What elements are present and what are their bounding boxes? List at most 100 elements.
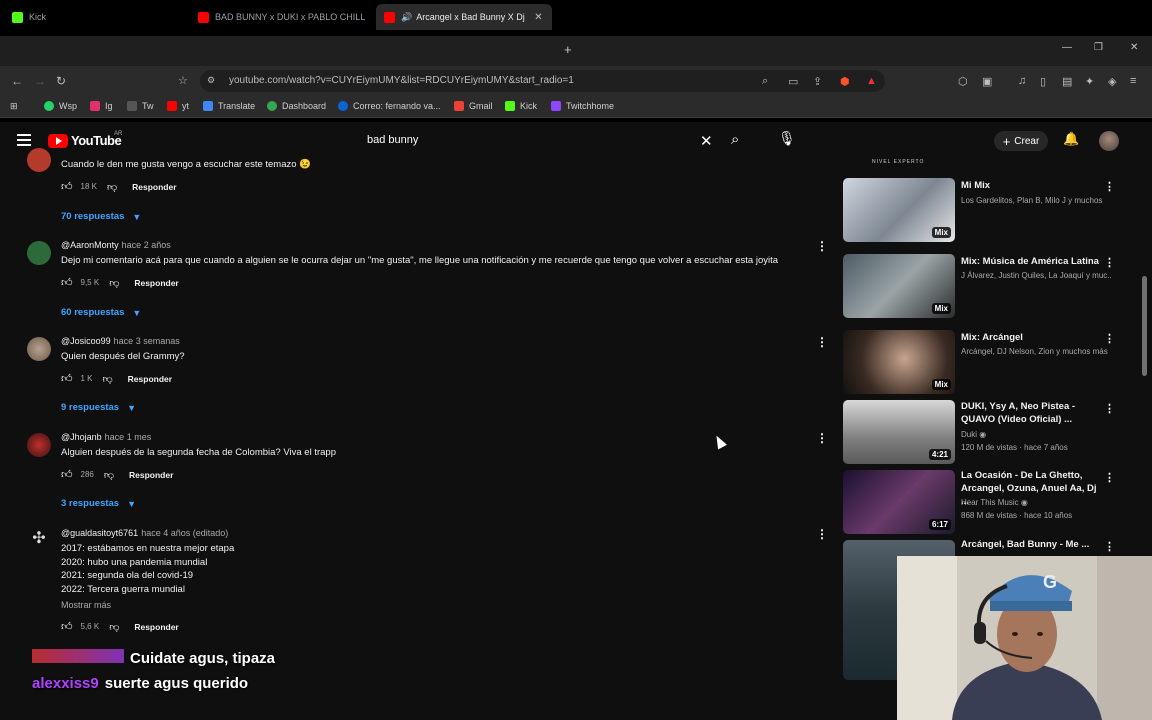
wallet-icon[interactable]: ▤ (1062, 75, 1072, 88)
video-menu-icon[interactable]: ⋮ (1104, 471, 1115, 484)
comment-author[interactable]: @AaronMonty hace 2 años (61, 240, 171, 250)
tab-bad-bunny[interactable]: BAD BUNNY x DUKI x PABLO CHILL (190, 4, 376, 30)
comment-line: 2017: estábamos en nuestra mejor etapa (61, 543, 235, 554)
youtube-logo[interactable]: YouTube (48, 133, 122, 148)
avatar[interactable] (27, 433, 51, 457)
like-icon[interactable]: 👍︎ (61, 180, 73, 193)
video-menu-icon[interactable]: ⋮ (1104, 256, 1115, 269)
video-title[interactable]: Mix: Música de América Latina (961, 255, 1099, 268)
audio-icon[interactable]: 🔊 (401, 12, 412, 23)
bookmark-translate[interactable]: Translate (203, 101, 255, 111)
replies-toggle[interactable]: 60 respuestas ▼ (61, 307, 141, 318)
forward-icon[interactable]: → (34, 74, 46, 88)
media-icon[interactable]: ♫ (1018, 75, 1026, 87)
video-thumbnail[interactable]: Mix (843, 330, 955, 394)
close-tab-icon[interactable]: ✕ (534, 12, 542, 23)
zoom-icon[interactable]: ⌕ (762, 75, 768, 88)
dislike-icon[interactable]: 👎︎ (107, 181, 117, 193)
youtube-icon (167, 101, 177, 111)
bookmark-tw[interactable]: Tw (127, 101, 154, 111)
avatar[interactable] (27, 337, 51, 361)
replies-toggle[interactable]: 9 respuestas ▼ (61, 402, 136, 413)
microphone-icon[interactable]: 🎙 (778, 130, 796, 147)
video-thumbnail[interactable]: Mix (843, 254, 955, 318)
dislike-icon[interactable]: 👎︎ (109, 277, 119, 289)
bookmark-ig[interactable]: Ig (90, 101, 113, 111)
like-icon[interactable]: 👍︎ (61, 372, 73, 385)
screenshot-icon[interactable]: ▣ (982, 75, 992, 88)
comment-menu-icon[interactable]: ⋮ (816, 527, 828, 541)
close-window-button[interactable]: ✕ (1130, 42, 1138, 53)
comment-menu-icon[interactable]: ⋮ (816, 431, 828, 445)
bookmark-dashboard[interactable]: Dashboard (267, 101, 326, 111)
hamburger-menu-icon[interactable] (17, 134, 31, 146)
share-icon[interactable]: ⇪ (813, 75, 822, 88)
like-icon[interactable]: 👍︎ (61, 620, 73, 633)
site-info-icon[interactable]: ⚙ (207, 75, 215, 86)
like-icon[interactable]: 👍︎ (61, 468, 73, 481)
replies-toggle[interactable]: 3 respuestas ▼ (61, 498, 136, 509)
maximize-button[interactable]: ❐ (1094, 42, 1103, 53)
reply-button[interactable]: Responder (132, 182, 176, 192)
reply-button[interactable]: Responder (134, 622, 178, 632)
video-menu-icon[interactable]: ⋮ (1104, 540, 1115, 553)
create-button[interactable]: + Crear (994, 131, 1048, 151)
bookmark-kick[interactable]: Kick (505, 101, 537, 111)
bookmark-gmail[interactable]: Gmail (454, 101, 493, 111)
user-avatar[interactable] (1099, 131, 1119, 151)
avatar[interactable]: ✣ (27, 527, 51, 551)
video-thumbnail[interactable]: 6:17 (843, 470, 955, 534)
dislike-icon[interactable]: 👎︎ (109, 621, 119, 633)
comment-menu-icon[interactable]: ⋮ (816, 335, 828, 349)
page-scrollbar[interactable] (1142, 276, 1147, 376)
dislike-icon[interactable]: 👎︎ (103, 373, 113, 385)
reply-button[interactable]: Responder (134, 278, 178, 288)
bookmark-star-icon[interactable]: ☆ (178, 74, 188, 87)
clear-search-icon[interactable]: ✕ (700, 132, 713, 150)
comment-author[interactable]: @Jhojanb hace 1 mes (61, 432, 151, 442)
video-title[interactable]: DUKI, Ysy A, Neo Pistea - QUAVO (Video O… (961, 400, 1099, 426)
avatar[interactable] (27, 241, 51, 265)
minimize-button[interactable]: — (1062, 42, 1072, 53)
search-icon[interactable]: ⌕ (731, 131, 739, 148)
rewards-icon[interactable]: ▲ (866, 75, 877, 87)
replies-toggle[interactable]: 70 respuestas ▼ (61, 211, 141, 222)
video-menu-icon[interactable]: ⋮ (1104, 402, 1115, 415)
sidebar-icon[interactable]: ▯ (1040, 75, 1046, 88)
new-tab-button[interactable]: + (564, 42, 572, 57)
comment-menu-icon[interactable]: ⋮ (816, 239, 828, 253)
back-icon[interactable]: ← (11, 74, 23, 88)
reply-button[interactable]: Responder (128, 374, 172, 384)
notifications-bell-icon[interactable]: 🔔 (1063, 131, 1079, 147)
comment-author[interactable]: @Josicoo99 hace 3 semanas (61, 336, 180, 346)
video-title[interactable]: Mi Mix (961, 179, 1099, 192)
reload-icon[interactable]: ↻ (56, 74, 66, 88)
avatar[interactable] (27, 148, 51, 172)
apps-grid-icon[interactable]: ⊞ (10, 101, 18, 112)
vpn-icon[interactable]: ◈ (1108, 75, 1116, 88)
bookmark-twitchhome[interactable]: Twitchhome (551, 101, 614, 111)
video-menu-icon[interactable]: ⋮ (1104, 332, 1115, 345)
brave-shield-icon[interactable]: ⬢ (840, 75, 850, 88)
show-more-link[interactable]: Mostrar más (61, 600, 111, 610)
comment-author[interactable]: @gualdasitoyt6761 hace 4 años (editado) (61, 528, 228, 538)
video-thumbnail[interactable]: Mix (843, 178, 955, 242)
like-icon[interactable]: 👍︎ (61, 276, 73, 289)
extensions-icon[interactable]: ⬡ (958, 75, 968, 88)
search-input[interactable]: bad bunny (367, 134, 418, 146)
video-title[interactable]: Mix: Arcángel (961, 331, 1099, 344)
video-thumbnail[interactable]: 4:21 (843, 400, 955, 464)
video-menu-icon[interactable]: ⋮ (1104, 180, 1115, 193)
video-title[interactable]: Arcángel, Bad Bunny - Me ... (961, 538, 1099, 551)
tab-kick[interactable]: Kick (4, 4, 190, 30)
bookmark-yt[interactable]: yt (167, 101, 189, 111)
ai-icon[interactable]: ✦ (1085, 75, 1094, 88)
tab-arcangel-active[interactable]: 🔊 Arcangel x Bad Bunny X Dj Lu ✕ (376, 4, 552, 30)
dislike-icon[interactable]: 👎︎ (104, 469, 114, 481)
reply-button[interactable]: Responder (129, 470, 173, 480)
url-text[interactable]: youtube.com/watch?v=CUYrEiymUMY&list=RDC… (229, 75, 574, 86)
bookmark-correo[interactable]: Correo: fernando va... (338, 101, 441, 111)
cast-icon[interactable]: ▭ (788, 75, 798, 88)
menu-icon[interactable]: ≡ (1130, 75, 1136, 87)
bookmark-wsp[interactable]: Wsp (44, 101, 77, 111)
